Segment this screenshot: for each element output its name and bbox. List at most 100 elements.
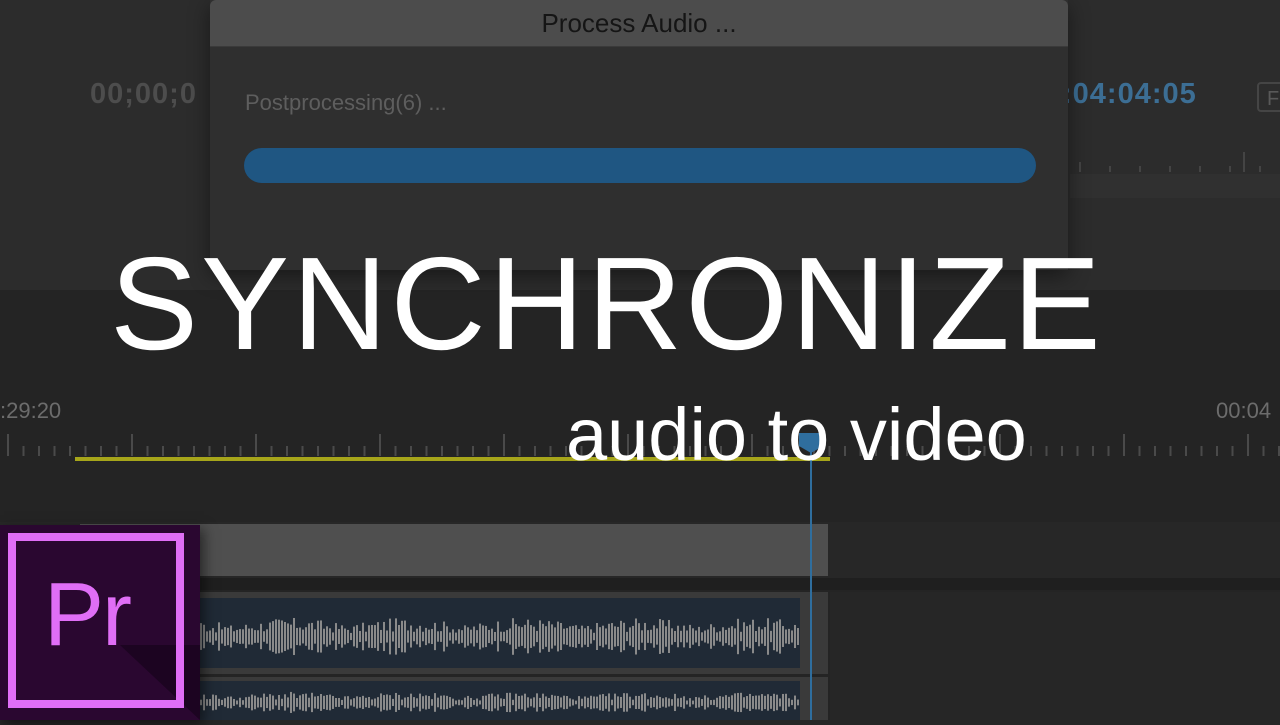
waveform-sample [251, 628, 253, 645]
waveform-sample [203, 694, 205, 711]
waveform-sample [473, 626, 475, 647]
video-title-subheadline: audio to video [566, 393, 1027, 476]
waveform-sample [740, 692, 742, 713]
waveform-sample [443, 695, 445, 710]
waveform-sample [674, 693, 676, 712]
waveform-sample [518, 695, 520, 709]
waveform-sample [428, 696, 430, 709]
waveform-sample [758, 695, 760, 710]
waveform-sample [296, 698, 298, 707]
waveform-sample [650, 629, 652, 644]
waveform-sample [392, 698, 394, 707]
waveform-sample [629, 696, 631, 709]
waveform-sample [392, 631, 394, 642]
waveform-sample [641, 694, 643, 711]
waveform-sample [557, 621, 559, 652]
waveform-sample [326, 695, 328, 710]
waveform-sample [683, 696, 685, 709]
waveform-sample [674, 630, 676, 643]
waveform-sample [248, 696, 250, 709]
waveform-sample [653, 697, 655, 708]
waveform-sample [542, 623, 544, 650]
waveform-sample [437, 631, 439, 642]
waveform-sample [434, 693, 436, 712]
waveform-sample [431, 699, 433, 706]
waveform-sample [707, 629, 709, 644]
waveform-sample [662, 620, 664, 653]
waveform-sample [581, 625, 583, 648]
waveform-sample [212, 694, 214, 711]
waveform-sample [401, 699, 403, 706]
waveform-sample [200, 699, 202, 706]
waveform-sample [521, 695, 523, 710]
waveform-sample [311, 622, 313, 651]
waveform-sample [689, 698, 691, 707]
waveform-sample [671, 699, 673, 706]
waveform-sample [389, 618, 391, 655]
waveform-sample [656, 695, 658, 710]
waveform-area [116, 681, 800, 720]
waveform-sample [329, 694, 331, 711]
waveform-sample [509, 628, 511, 645]
waveform-sample [581, 698, 583, 707]
waveform-sample [542, 693, 544, 712]
waveform-sample [635, 695, 637, 710]
zoom-fit-dropdown[interactable]: F [1257, 82, 1280, 112]
monitor-time-ruler[interactable] [1070, 148, 1280, 172]
waveform-sample [473, 700, 475, 705]
waveform-sample [671, 628, 673, 645]
waveform-sample [530, 698, 532, 707]
waveform-sample [509, 692, 511, 713]
waveform-sample [521, 627, 523, 646]
waveform-sample [584, 628, 586, 645]
waveform-sample [659, 696, 661, 708]
waveform-sample [608, 693, 610, 712]
waveform-sample [716, 632, 718, 641]
waveform-sample [320, 620, 322, 653]
waveform-sample [722, 696, 724, 709]
waveform-sample [305, 693, 307, 712]
waveform-sample [782, 626, 784, 647]
waveform-sample [347, 696, 349, 709]
waveform-sample [335, 623, 337, 650]
waveform-sample [689, 624, 691, 649]
waveform-sample [449, 697, 451, 708]
waveform-sample [512, 699, 514, 706]
waveform-sample [515, 693, 517, 712]
waveform-sample [599, 694, 601, 711]
monitor-scrub-bar[interactable] [1070, 174, 1280, 198]
waveform-sample [635, 618, 637, 655]
waveform-sample [440, 695, 442, 710]
waveform-sample [350, 632, 352, 641]
waveform-area [116, 598, 800, 668]
waveform-sample [578, 629, 580, 644]
playhead-line[interactable] [810, 452, 812, 720]
waveform-sample [701, 698, 703, 706]
waveform-sample [758, 626, 760, 647]
waveform-sample [668, 619, 670, 654]
waveform-sample [737, 618, 739, 655]
waveform-sample [539, 697, 541, 707]
waveform-sample [323, 628, 325, 645]
waveform-sample [260, 697, 262, 708]
waveform-sample [524, 624, 526, 649]
waveform-sample [707, 697, 709, 708]
waveform-sample [326, 626, 328, 647]
waveform-sample [791, 630, 793, 643]
waveform-sample [491, 693, 493, 712]
playhead-timecode[interactable]: 00;00;0 [90, 78, 197, 111]
waveform-sample [548, 621, 550, 652]
waveform-sample [611, 623, 613, 650]
waveform-sample [779, 619, 781, 654]
waveform-sample [599, 627, 601, 646]
waveform-sample [356, 696, 358, 709]
progress-bar [244, 148, 1036, 183]
waveform-sample [746, 626, 748, 647]
waveform-sample [506, 630, 508, 643]
waveform-sample [272, 695, 274, 710]
waveform-sample [308, 623, 310, 650]
waveform-sample [569, 626, 571, 647]
waveform-sample [623, 622, 625, 651]
waveform-sample [290, 691, 292, 713]
waveform-sample [491, 628, 493, 645]
